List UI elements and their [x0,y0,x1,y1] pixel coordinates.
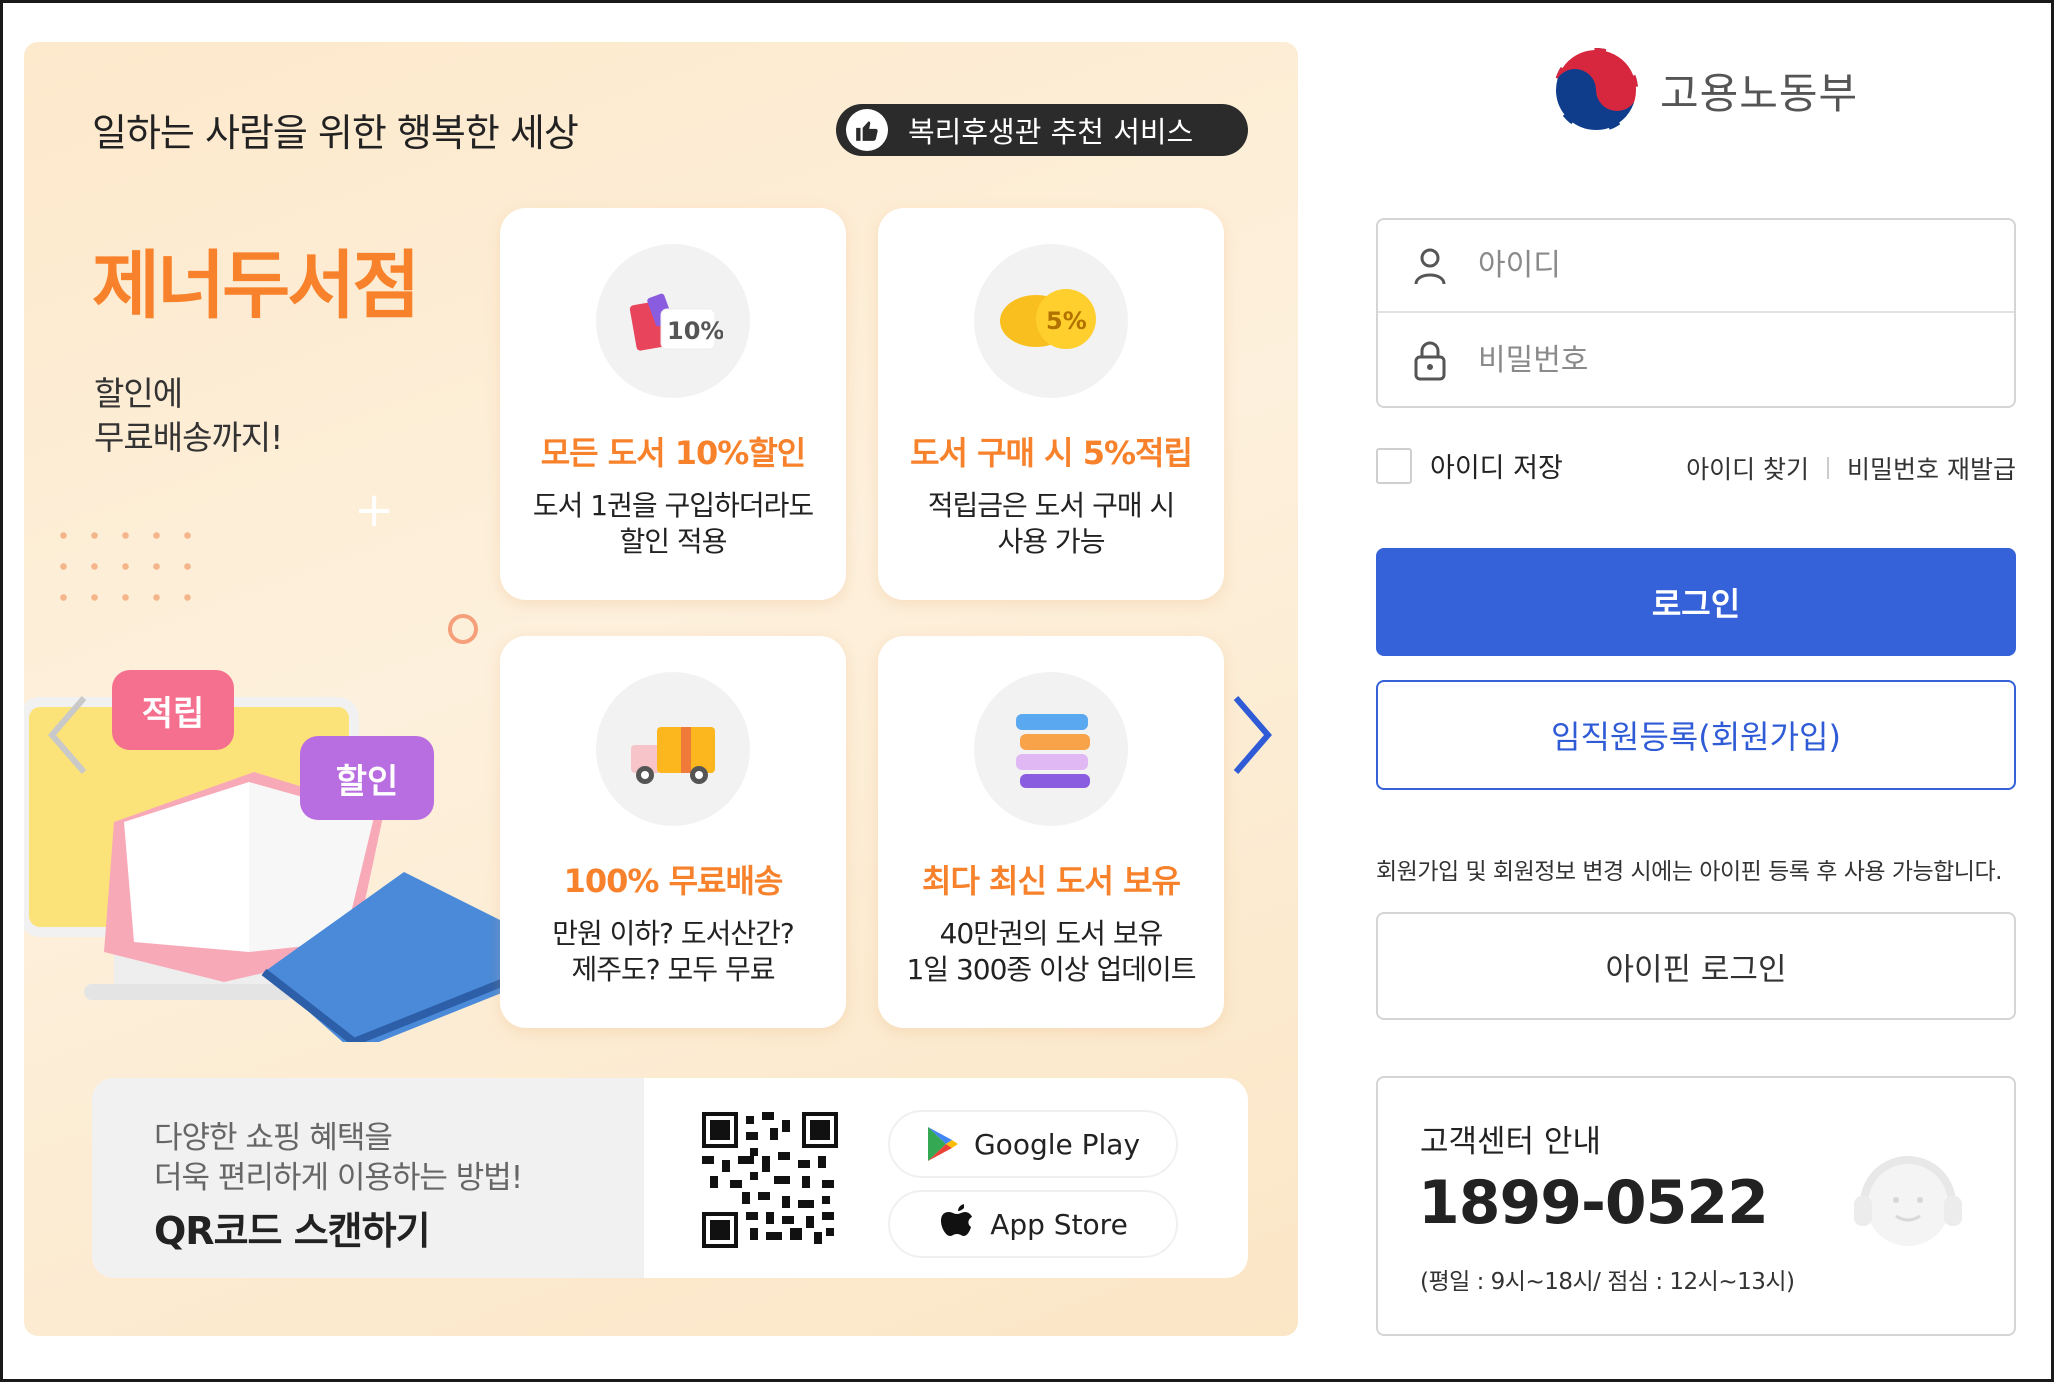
card-title: 최다 최신 도서 보유 [922,862,1181,900]
delivery-truck-icon [596,672,750,826]
promo-banner[interactable]: 일하는 사람을 위한 행복한 세상 복리후생관 추천 서비스 제너두서점 할인에… [24,42,1298,1336]
google-play-icon [927,1127,958,1161]
ipin-notice: 회원가입 및 회원정보 변경 시에는 아이핀 등록 후 사용 가능합니다. [1376,859,2002,885]
benefit-card-points: 5% 도서 구매 시 5%적립 적립금은 도서 구매 시 사용 가능 [878,208,1224,600]
card-description: 적립금은 도서 구매 시 사용 가능 [888,488,1214,560]
app-store-label: App Store [990,1207,1128,1241]
find-id-link[interactable]: 아이디 찾기 [1686,450,1809,486]
remember-id-label: 아이디 저장 [1430,453,1563,484]
dot-pattern-decoration [48,520,208,610]
book-stack-icon [974,672,1128,826]
qr-line2: 더욱 편리하게 이용하는 방법! [154,1160,523,1196]
link-divider [1827,457,1830,479]
google-play-label: Google Play [973,1127,1141,1161]
card-desc-line2: 제주도? 모두 무료 [571,953,776,986]
org-logo: 고용노동부 [1550,44,1858,136]
qr-text-panel: 다양한 쇼핑 혜택을 더욱 편리하게 이용하는 방법! QR코드 스캔하기 [92,1078,644,1278]
card-desc-line1: 적립금은 도서 구매 시 [927,489,1176,522]
remember-id-checkbox[interactable] [1376,447,1412,484]
brand-subtitle: 할인에 무료배송까지! [94,372,283,460]
svg-text:5%: 5% [1046,307,1087,335]
benefit-card-discount: 10% 모든 도서 10%할인 도서 1권을 구입하더라도 할인 적용 [500,208,846,600]
reset-password-link[interactable]: 비밀번호 재발급 [1847,450,2016,486]
card-desc-line2: 1일 300종 이상 업데이트 [906,953,1196,986]
banner-headline: 일하는 사람을 위한 행복한 세상 [92,111,579,155]
books-illustration: 적립 할인 [24,622,506,1052]
card-title: 도서 구매 시 5%적립 [910,434,1193,472]
badge-label: 복리후생관 추천 서비스 [908,115,1194,149]
taegeuk-logo-icon [1552,46,1640,134]
svg-text:10%: 10% [667,317,723,345]
card-title: 100% 무료배송 [563,862,784,900]
password-row [1378,314,2014,407]
recommended-service-badge: 복리후생관 추천 서비스 [836,104,1248,156]
benefit-cards: 10% 모든 도서 10%할인 도서 1권을 구입하더라도 할인 적용 5% 도… [500,208,1240,1038]
coin-icon: 5% [974,244,1128,398]
card-description: 만원 이하? 도서산간? 제주도? 모두 무료 [510,916,836,988]
coupon-icon: 10% [596,244,750,398]
chevron-left-icon [48,696,87,774]
app-store-button[interactable]: App Store [888,1190,1178,1258]
earn-tag: 적립 [112,670,234,750]
customer-center-title: 고객센터 안내 [1420,1124,1601,1160]
card-title: 모든 도서 10%할인 [540,434,807,472]
sparkle-decoration: + [354,482,395,538]
account-links: 아이디 찾기 비밀번호 재발급 [1686,450,2016,486]
remember-id[interactable]: 아이디 저장 [1376,446,1563,485]
benefit-card-free-shipping: 100% 무료배송 만원 이하? 도서산간? 제주도? 모두 무료 [500,636,846,1028]
card-desc-line2: 할인 적용 [619,525,728,558]
card-description: 도서 1권을 구입하더라도 할인 적용 [510,488,836,560]
brand-subtitle-line2: 무료배송까지! [94,418,283,457]
monitor-book-illustration [24,697,506,1052]
login-form [1376,218,2016,408]
thumbs-up-icon [846,109,888,151]
headset-icon [1854,1156,1962,1246]
org-name: 고용노동부 [1660,68,1859,118]
brand-title: 제너두서점 [92,243,420,329]
discount-tag: 할인 [300,736,434,820]
card-desc-line1: 도서 1권을 구입하더라도 [532,489,814,522]
qr-download-bar: 다양한 쇼핑 혜택을 더욱 편리하게 이용하는 방법! QR코드 스캔하기 Go… [92,1078,1248,1278]
register-button[interactable]: 임직원등록(회원가입) [1376,680,2016,790]
card-desc-line1: 만원 이하? 도서산간? [552,917,795,950]
login-button[interactable]: 로그인 [1376,548,2016,656]
lock-icon [1414,341,1446,380]
card-desc-line2: 사용 가능 [997,525,1106,558]
customer-center-hours: (평일 : 9시~18시/ 점심 : 12시~13시) [1420,1269,1795,1295]
google-play-button[interactable]: Google Play [888,1110,1178,1178]
card-desc-line1: 40만권의 도서 보유 [939,917,1164,950]
password-input[interactable] [1478,343,1958,378]
brand-subtitle-line1: 할인에 [94,374,183,413]
benefit-card-latest-books: 최다 최신 도서 보유 40만권의 도서 보유 1일 300종 이상 업데이트 [878,636,1224,1028]
ipin-login-button[interactable]: 아이핀 로그인 [1376,912,2016,1020]
qr-scan-title: QR코드 스캔하기 [154,1209,431,1253]
carousel-prev-button[interactable] [44,690,92,780]
id-input[interactable] [1478,248,1958,283]
apple-icon [941,1204,973,1236]
qr-line1: 다양한 쇼핑 혜택을 [154,1120,393,1156]
customer-center-box: 고객센터 안내 1899-0522 (평일 : 9시~18시/ 점심 : 12시… [1376,1076,2016,1336]
user-icon [1414,248,1446,284]
id-row [1378,220,2014,313]
card-description: 40만권의 도서 보유 1일 300종 이상 업데이트 [888,916,1214,988]
qr-code [702,1112,838,1248]
customer-center-phone: 1899-0522 [1418,1168,1769,1238]
